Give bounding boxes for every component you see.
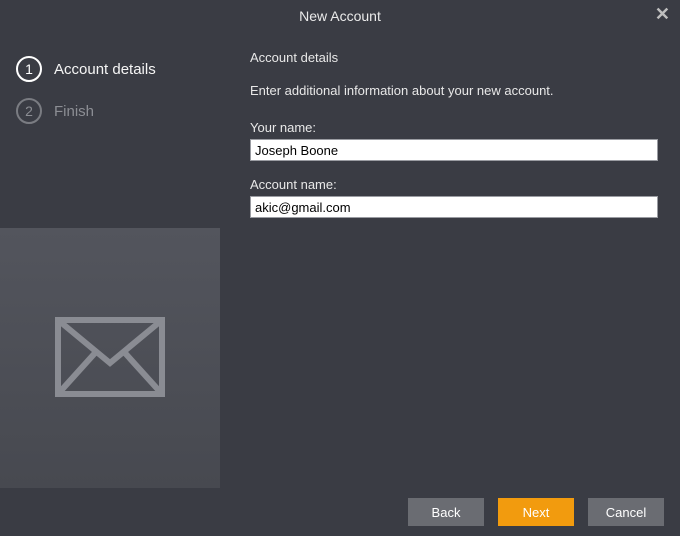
step-number-badge: 2: [16, 98, 42, 124]
back-button[interactable]: Back: [408, 498, 484, 526]
step-label: Account details: [54, 61, 156, 78]
content-instruction: Enter additional information about your …: [250, 83, 658, 98]
your-name-label: Your name:: [250, 120, 658, 135]
dialog-footer: Back Next Cancel: [0, 488, 680, 536]
wizard-content: Account details Enter additional informa…: [220, 32, 680, 488]
content-heading: Account details: [250, 50, 658, 65]
dialog-title: New Account: [299, 8, 381, 24]
new-account-dialog: New Account ✕ 1 Account details 2 Finish: [0, 0, 680, 536]
sidebar-illustration: [0, 228, 220, 488]
step-account-details[interactable]: 1 Account details: [0, 50, 220, 88]
dialog-header: New Account ✕: [0, 0, 680, 32]
account-name-label: Account name:: [250, 177, 658, 192]
cancel-button[interactable]: Cancel: [588, 498, 664, 526]
your-name-input[interactable]: [250, 139, 658, 161]
next-button[interactable]: Next: [498, 498, 574, 526]
wizard-sidebar: 1 Account details 2 Finish: [0, 32, 220, 488]
account-name-input[interactable]: [250, 196, 658, 218]
envelope-icon: [55, 317, 165, 400]
dialog-body: 1 Account details 2 Finish: [0, 32, 680, 488]
close-icon[interactable]: ✕: [655, 4, 670, 24]
step-finish[interactable]: 2 Finish: [0, 92, 220, 130]
step-label: Finish: [54, 103, 94, 120]
sidebar-spacer: [0, 134, 220, 228]
step-number-badge: 1: [16, 56, 42, 82]
